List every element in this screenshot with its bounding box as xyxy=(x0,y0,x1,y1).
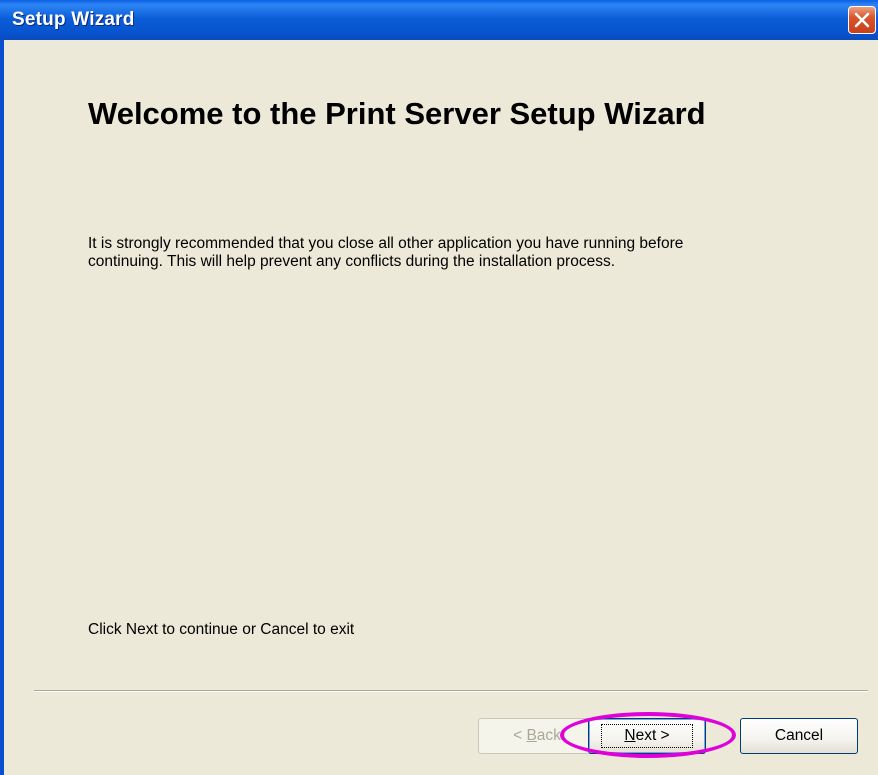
wizard-description: It is strongly recommended that you clos… xyxy=(88,235,684,270)
setup-wizard-window: Setup Wizard Welcome to the Print Server… xyxy=(0,0,878,775)
close-button[interactable] xyxy=(848,6,876,34)
window-title: Setup Wizard xyxy=(12,9,135,30)
window-left-border xyxy=(0,40,4,775)
next-button[interactable]: Next > xyxy=(588,718,706,754)
button-separator xyxy=(34,690,868,692)
cancel-button[interactable]: Cancel xyxy=(740,718,858,754)
instruction-text: Click Next to continue or Cancel to exit xyxy=(88,621,355,638)
close-icon xyxy=(854,12,870,28)
back-label-prefix: < xyxy=(513,727,527,744)
next-focus-rect: Next > xyxy=(601,724,693,748)
back-label-rest: ack xyxy=(536,727,561,744)
back-label-accel: B xyxy=(526,727,537,744)
wizard-heading: Welcome to the Print Server Setup Wizard xyxy=(88,96,706,131)
next-label-rest: ext > xyxy=(635,727,670,744)
next-label-accel: N xyxy=(624,727,636,744)
title-bar[interactable]: Setup Wizard xyxy=(0,0,878,40)
back-button[interactable]: < Back xyxy=(478,718,596,754)
